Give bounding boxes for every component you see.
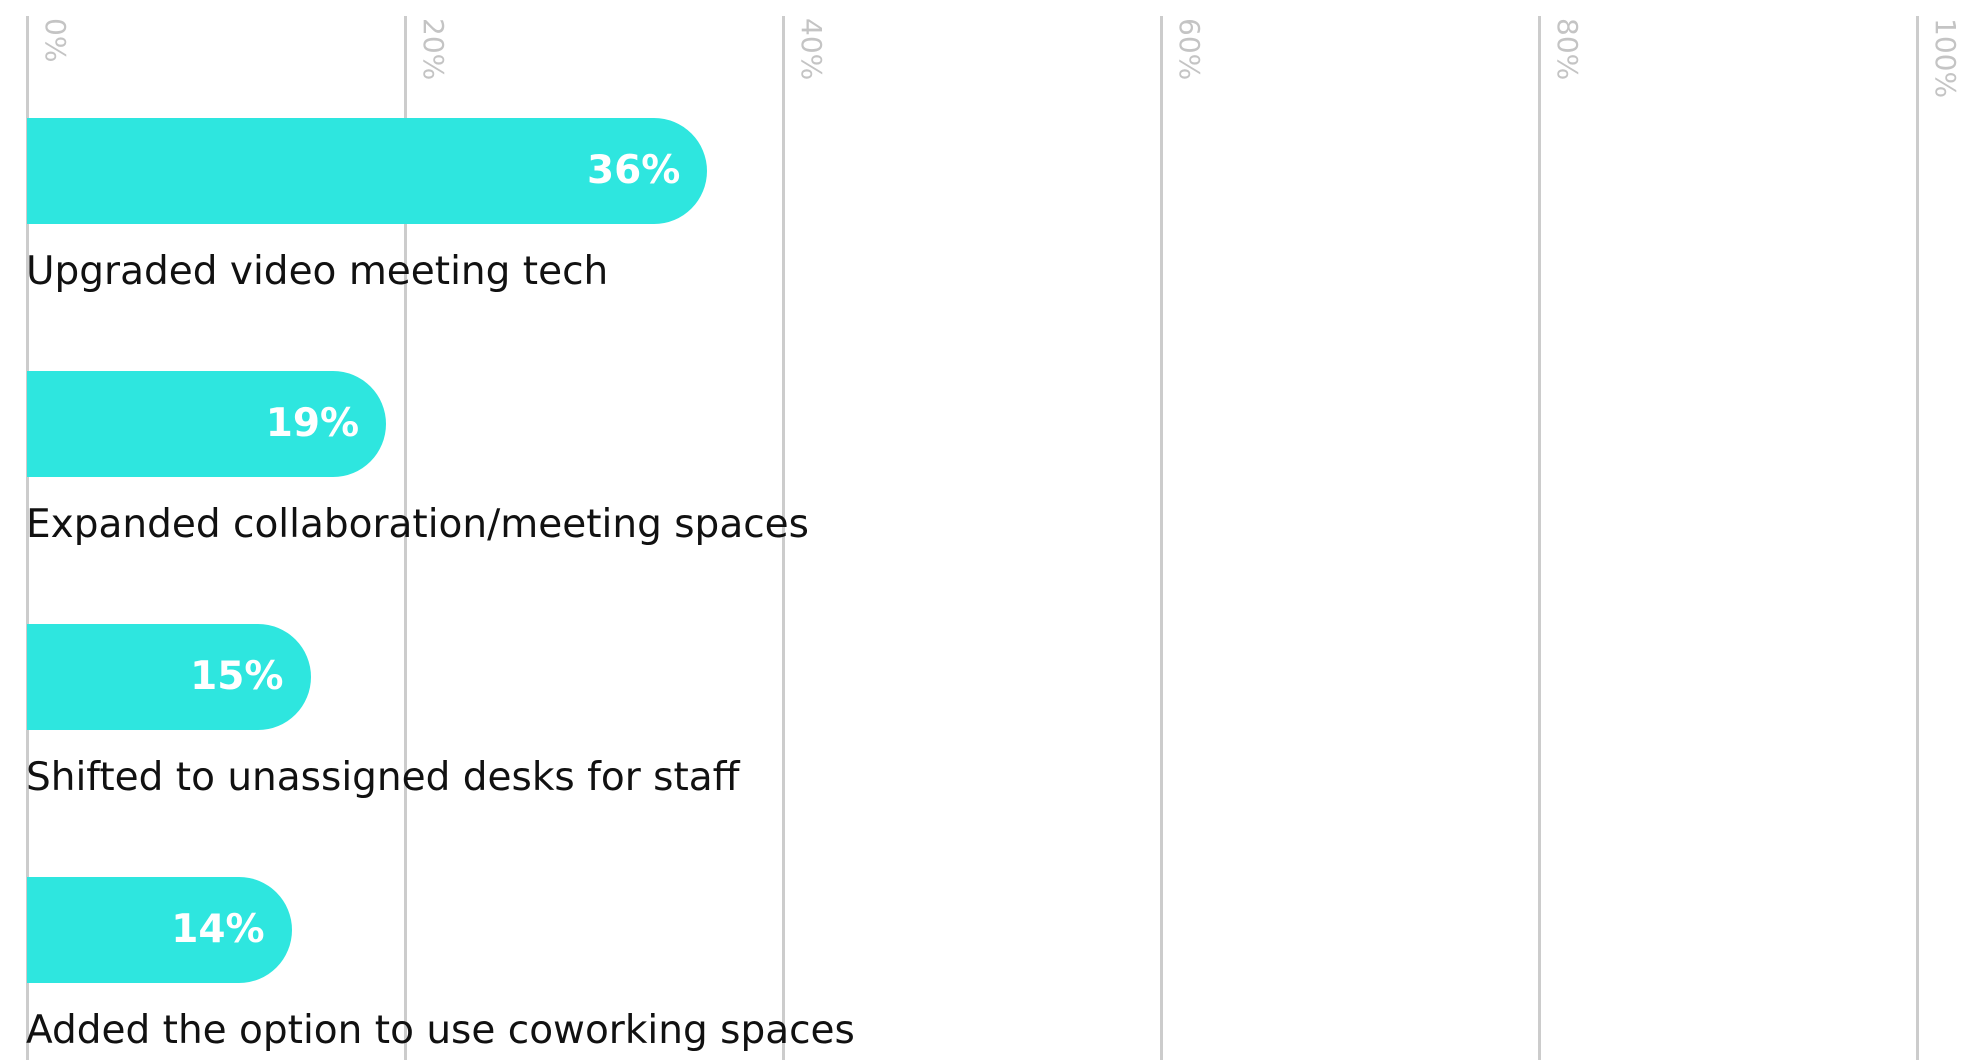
category-label: Shifted to unassigned desks for staff bbox=[26, 755, 740, 800]
gridline bbox=[1537, 16, 1541, 1060]
x-tick-label: 60% bbox=[1173, 18, 1206, 81]
x-tick-label: 20% bbox=[417, 18, 450, 81]
bar-value-label: 36% bbox=[587, 148, 681, 193]
bar-chart: 0% 20% 40% 60% 80% 100% 36% Upgraded video meet… bbox=[0, 0, 1968, 1062]
category-label: Upgraded video meeting tech bbox=[26, 249, 609, 294]
x-tick-label: 0% bbox=[39, 18, 72, 63]
bar-value-label: 19% bbox=[265, 401, 360, 446]
gridline bbox=[1915, 16, 1919, 1060]
bar-value-label: 15% bbox=[190, 654, 284, 699]
x-tick-label: 80% bbox=[1551, 18, 1584, 81]
x-tick-label: 100% bbox=[1929, 18, 1962, 99]
gridline bbox=[1159, 16, 1163, 1060]
category-label: Added the option to use coworking spaces bbox=[26, 1008, 855, 1053]
category-label: Expanded collaboration/meeting spaces bbox=[26, 502, 809, 547]
x-tick-label: 40% bbox=[795, 18, 828, 81]
bar-value-label: 14% bbox=[171, 907, 265, 952]
